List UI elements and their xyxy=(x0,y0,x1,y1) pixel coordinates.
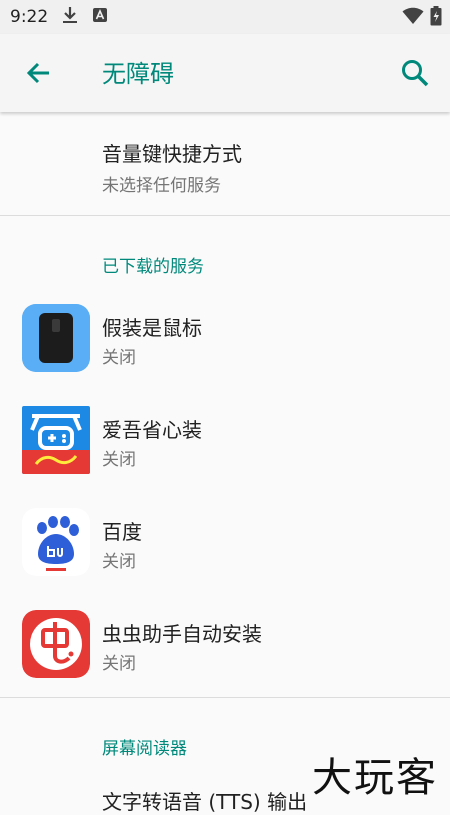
divider xyxy=(0,697,450,698)
tts-output-item[interactable]: 文字转语音 (TTS) 输出 xyxy=(102,786,307,815)
service-state: 关闭 xyxy=(102,348,136,368)
status-time: 9:22 xyxy=(10,7,49,27)
status-icons xyxy=(402,6,442,30)
list-item[interactable]: 虫虫助手自动安装 关闭 xyxy=(0,594,450,694)
watermark-text: 大玩客 xyxy=(312,755,438,801)
service-state: 关闭 xyxy=(102,552,136,572)
search-icon xyxy=(402,60,429,87)
list-item[interactable]: 假装是鼠标 关闭 xyxy=(0,288,450,388)
volume-shortcut-subtitle: 未选择任何服务 xyxy=(102,176,221,196)
service-name: 爱吾省心装 xyxy=(102,418,202,442)
list-item[interactable]: 爱吾省心装 关闭 xyxy=(0,390,450,490)
volume-shortcut-title: 音量键快捷方式 xyxy=(102,142,242,166)
service-state: 关闭 xyxy=(102,654,136,674)
baidu-app-icon xyxy=(22,508,90,576)
battery-icon xyxy=(430,6,442,30)
service-state: 关闭 xyxy=(102,450,136,470)
aiwu-app-icon xyxy=(22,406,90,474)
service-name: 百度 xyxy=(102,520,142,544)
list-item[interactable]: 百度 关闭 xyxy=(0,492,450,592)
status-bar: 9:22 xyxy=(0,0,450,34)
volume-shortcut-item[interactable]: 音量键快捷方式 未选择任何服务 xyxy=(102,138,242,196)
mouse-app-icon xyxy=(22,304,90,372)
back-arrow-icon xyxy=(26,62,49,84)
chongchong-app-icon xyxy=(22,610,90,678)
service-name: 假装是鼠标 xyxy=(102,316,202,340)
app-bar: 无障碍 xyxy=(0,34,450,112)
search-button[interactable] xyxy=(398,56,432,90)
app-notification-icon xyxy=(92,7,108,27)
page-title: 无障碍 xyxy=(102,60,174,88)
download-icon xyxy=(62,6,78,28)
section-header-downloaded: 已下载的服务 xyxy=(102,257,204,277)
section-header-screen-reader: 屏幕阅读器 xyxy=(102,739,187,759)
back-button[interactable] xyxy=(22,56,56,90)
divider xyxy=(0,215,450,216)
service-name: 虫虫助手自动安装 xyxy=(102,622,262,646)
wifi-icon xyxy=(402,7,424,29)
